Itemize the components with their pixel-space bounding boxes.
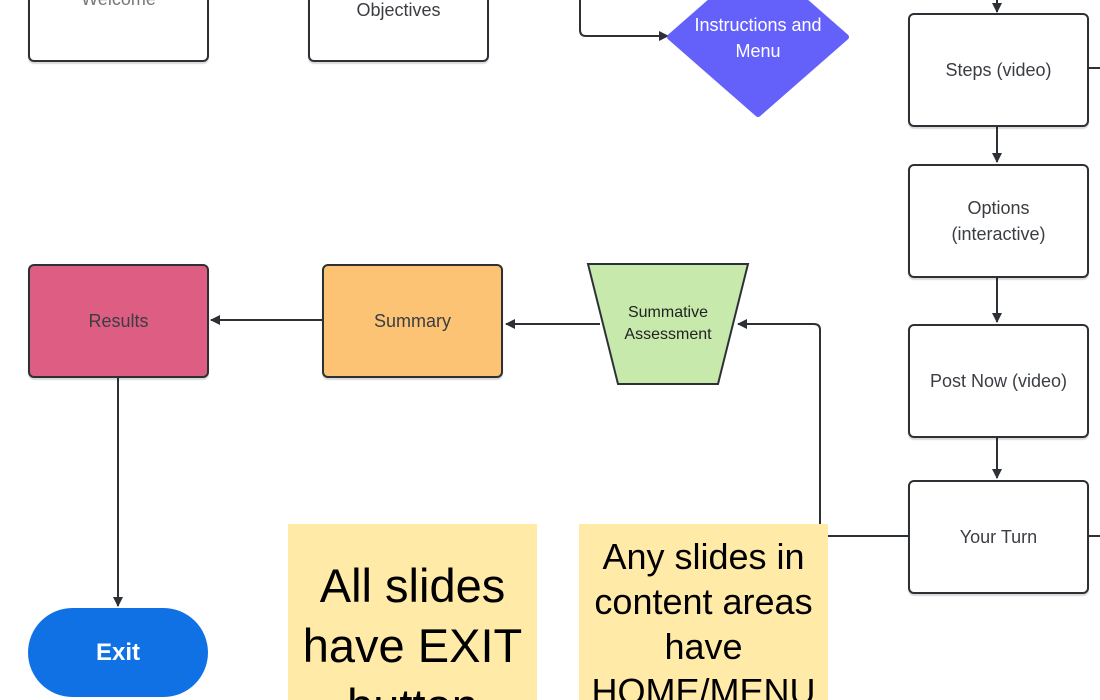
exit-note[interactable]: All slides have EXIT button (288, 524, 537, 700)
summary-label: Summary (373, 311, 451, 331)
results-label: Results (88, 311, 149, 331)
exit-label: Exit (95, 638, 140, 666)
post-now-node[interactable]: Post Now (video) (908, 324, 1089, 438)
options-node[interactable]: Options (interactive) (908, 164, 1089, 278)
welcome-node[interactable]: Welcome (28, 0, 209, 62)
welcome-label: Welcome (81, 0, 156, 12)
arrow-to-instructions (579, 0, 669, 41)
summative-label[interactable]: Summative Assessment (608, 302, 728, 346)
your-turn-label: Your Turn (959, 527, 1038, 547)
objectives-node[interactable]: Objectives (308, 0, 489, 62)
exit-note-text: All slides have EXIT button (302, 559, 523, 700)
arrow-yourturn-summative (737, 319, 908, 537)
your-turn-node[interactable]: Your Turn (908, 480, 1089, 594)
menu-note[interactable]: Any slides in content areas have HOME/ME… (579, 524, 828, 700)
results-node[interactable]: Results (28, 264, 209, 378)
post-now-label: Post Now (video) (929, 371, 1068, 391)
exit-node[interactable]: Exit (28, 608, 208, 697)
summary-node[interactable]: Summary (322, 264, 503, 378)
steps-label: Steps (video) (945, 60, 1052, 80)
objectives-label: Objectives (356, 0, 441, 20)
steps-node[interactable]: Steps (video) (908, 13, 1089, 127)
options-label: Options (interactive) (951, 198, 1046, 244)
menu-note-text: Any slides in content areas have HOME/ME… (591, 536, 816, 700)
instructions-label[interactable]: Instructions and Menu (690, 12, 826, 64)
